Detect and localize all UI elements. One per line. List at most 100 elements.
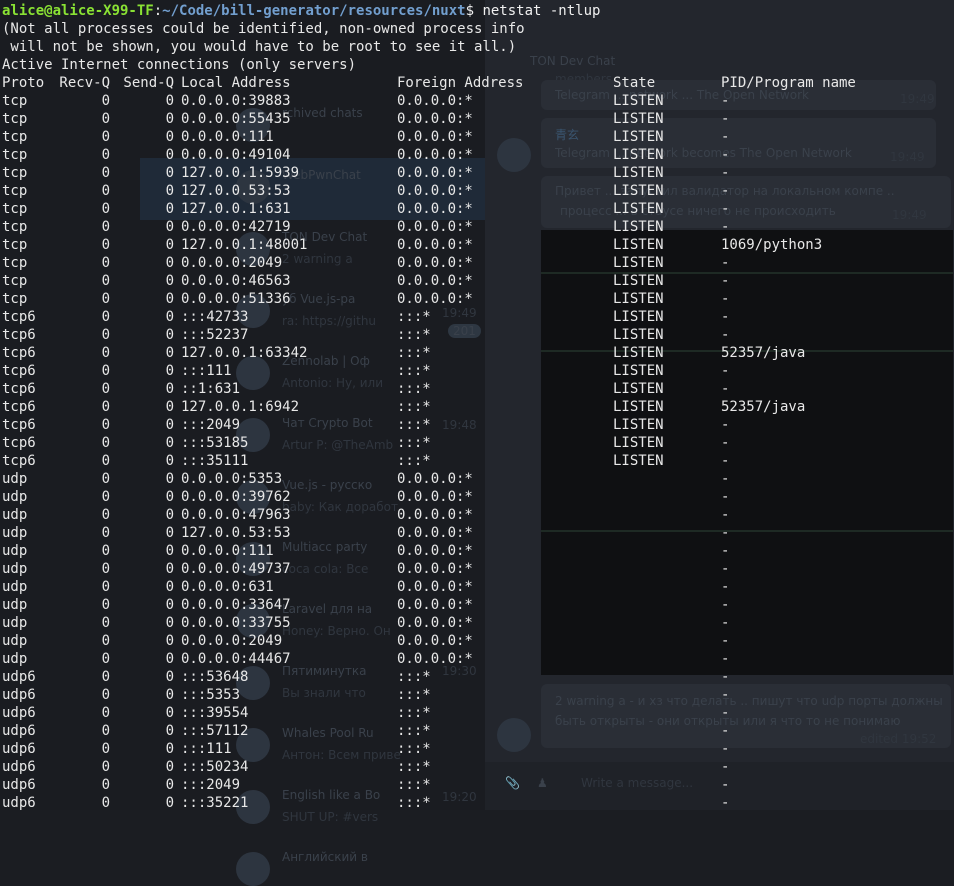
table-row: udp 0 0 0.0.0.0:111 0.0.0.0:* -: [2, 542, 954, 560]
pid-program-cell: -: [721, 597, 730, 613]
pid-program-cell: 52357/java: [721, 345, 806, 361]
foreign-address-cell: 0.0.0.0:*: [397, 165, 473, 181]
table-row: udp 0 0 0.0.0.0:39762 0.0.0.0:* -: [2, 488, 954, 506]
local-address-cell: 0.0.0.0:55435: [181, 111, 291, 127]
foreign-address-cell: :::*: [397, 777, 431, 793]
pid-program-cell: -: [721, 453, 730, 469]
local-address-cell: 0.0.0.0:2049: [181, 255, 283, 271]
foreign-address-cell: :::*: [397, 309, 431, 325]
send-q-cell: 0: [165, 741, 174, 757]
state-cell: LISTEN: [613, 273, 664, 289]
foreign-address-cell: :::*: [397, 417, 431, 433]
table-row: tcp6 0 0:::111:::* LISTEN -: [2, 362, 954, 380]
foreign-address-cell: 0.0.0.0:*: [397, 255, 473, 271]
table-row: udp 0 0 0.0.0.0:33647 0.0.0.0:* -: [2, 596, 954, 614]
local-address-cell: :::35111: [181, 453, 249, 469]
pid-program-cell: -: [721, 633, 730, 649]
local-address-cell: :::57112: [181, 723, 249, 739]
send-q-cell: 0: [165, 633, 174, 649]
table-row: udp 0 0 0.0.0.0:33755 0.0.0.0:* -: [2, 614, 954, 632]
send-q-cell: 0: [165, 183, 174, 199]
send-q-cell: 0: [165, 399, 174, 415]
foreign-address-cell: 0.0.0.0:*: [397, 525, 473, 541]
table-row: tcp 0 0 127.0.0.1:5939 0.0.0.0:* LISTEN -: [2, 164, 954, 182]
pid-program-cell: 52357/java: [721, 399, 806, 415]
pid-program-cell: -: [721, 327, 730, 343]
local-address-cell: ::1:631: [181, 381, 241, 397]
pid-program-cell: -: [721, 795, 730, 811]
table-row: tcp 0 0 0.0.0.0:42719 0.0.0.0:* LISTEN -: [2, 218, 954, 236]
foreign-address-cell: :::*: [397, 723, 431, 739]
send-q-cell: 0: [165, 615, 174, 631]
chat-list-item-preview: SHUT UP: #vers: [282, 810, 379, 824]
local-address-cell: 127.0.0.1:631: [181, 201, 291, 217]
connection-rows: tcp 0 0 0.0.0.0:39883 0.0.0.0:* LISTEN - tcp 0 0 0…: [2, 92, 954, 812]
prompt-dollar: $: [465, 3, 483, 19]
local-address-cell: 0.0.0.0:47963: [181, 507, 291, 523]
pid-program-cell: -: [721, 111, 730, 127]
info-message: Active Internet connections (only server…: [2, 57, 357, 73]
local-address-cell: 0.0.0.0:42719: [181, 219, 291, 235]
foreign-address-cell: 0.0.0.0:*: [397, 273, 473, 289]
pid-program-cell: -: [721, 723, 730, 739]
local-address-cell: 0.0.0.0:33647: [181, 597, 291, 613]
foreign-address-cell: 0.0.0.0:*: [397, 471, 473, 487]
table-row: udp6 0 0:::35221:::* -: [2, 794, 954, 812]
table-row: tcp 0 0 0.0.0.0:2049 0.0.0.0:* LISTEN -: [2, 254, 954, 272]
table-row: udp6 0 0:::57112:::* -: [2, 722, 954, 740]
pid-program-cell: 1069/python3: [721, 237, 823, 253]
foreign-address-cell: :::*: [397, 327, 431, 343]
pid-program-cell: -: [721, 705, 730, 721]
local-address-cell: 0.0.0.0:39762: [181, 489, 291, 505]
info-message: will not be shown, you would have to be …: [2, 39, 517, 55]
state-cell: LISTEN: [613, 309, 664, 325]
foreign-address-cell: 0.0.0.0:*: [397, 291, 473, 307]
pid-program-cell: -: [721, 687, 730, 703]
terminal-output[interactable]: alice@alice-X99-TF:~/Code/bill-generator…: [2, 2, 954, 812]
local-address-cell: 0.0.0.0:44467: [181, 651, 291, 667]
send-q-cell: 0: [165, 93, 174, 109]
local-address-cell: 127.0.0.1:6942: [181, 399, 300, 415]
foreign-address-cell: 0.0.0.0:*: [397, 93, 473, 109]
state-cell: LISTEN: [613, 381, 664, 397]
table-row: tcp6 0 0 127.0.0.1:6942:::* LISTEN 52357/java: [2, 398, 954, 416]
foreign-address-cell: 0.0.0.0:*: [397, 597, 473, 613]
prompt-command: netstat -ntlup: [482, 3, 601, 19]
state-cell: LISTEN: [613, 183, 664, 199]
send-q-cell: 0: [165, 291, 174, 307]
local-address-cell: 0.0.0.0:111: [181, 129, 274, 145]
pid-program-cell: -: [721, 165, 730, 181]
table-row: udp6 0 0:::111:::* -: [2, 740, 954, 758]
foreign-address-cell: 0.0.0.0:*: [397, 219, 473, 235]
local-address-cell: 0.0.0.0:51336: [181, 291, 291, 307]
send-q-cell: 0: [165, 201, 174, 217]
pid-program-cell: -: [721, 417, 730, 433]
local-address-cell: :::42733: [181, 309, 249, 325]
send-q-cell: 0: [165, 687, 174, 703]
local-address-cell: :::2049: [181, 417, 241, 433]
state-cell: LISTEN: [613, 201, 664, 217]
state-cell: LISTEN: [613, 255, 664, 271]
table-row: tcp6 0 0::1:631:::* LISTEN -: [2, 380, 954, 398]
send-q-cell: 0: [165, 327, 174, 343]
pid-program-cell: -: [721, 579, 730, 595]
state-cell: LISTEN: [613, 453, 664, 469]
foreign-address-cell: 0.0.0.0:*: [397, 543, 473, 559]
table-row: udp6 0 0:::2049:::* -: [2, 776, 954, 794]
pid-program-cell: -: [721, 255, 730, 271]
pid-program-cell: -: [721, 507, 730, 523]
chat-list-item-name[interactable]: Английский в: [282, 850, 368, 864]
foreign-address-cell: :::*: [397, 399, 431, 415]
local-address-cell: :::35221: [181, 795, 249, 811]
shell-prompt-line: alice@alice-X99-TF:~/Code/bill-generator…: [2, 2, 954, 20]
send-q-cell: 0: [165, 525, 174, 541]
local-address-cell: 0.0.0.0:2049: [181, 633, 283, 649]
foreign-address-cell: 0.0.0.0:*: [397, 579, 473, 595]
local-address-cell: :::50234: [181, 759, 249, 775]
prompt-path: ~/Code/bill-generator/resources/nuxt: [162, 3, 466, 19]
foreign-address-cell: :::*: [397, 345, 431, 361]
header-send-q: Send-Q: [123, 75, 174, 91]
send-q-cell: 0: [165, 309, 174, 325]
pid-program-cell: -: [721, 741, 730, 757]
table-row: tcp 0 0 0.0.0.0:51336 0.0.0.0:* LISTEN -: [2, 290, 954, 308]
